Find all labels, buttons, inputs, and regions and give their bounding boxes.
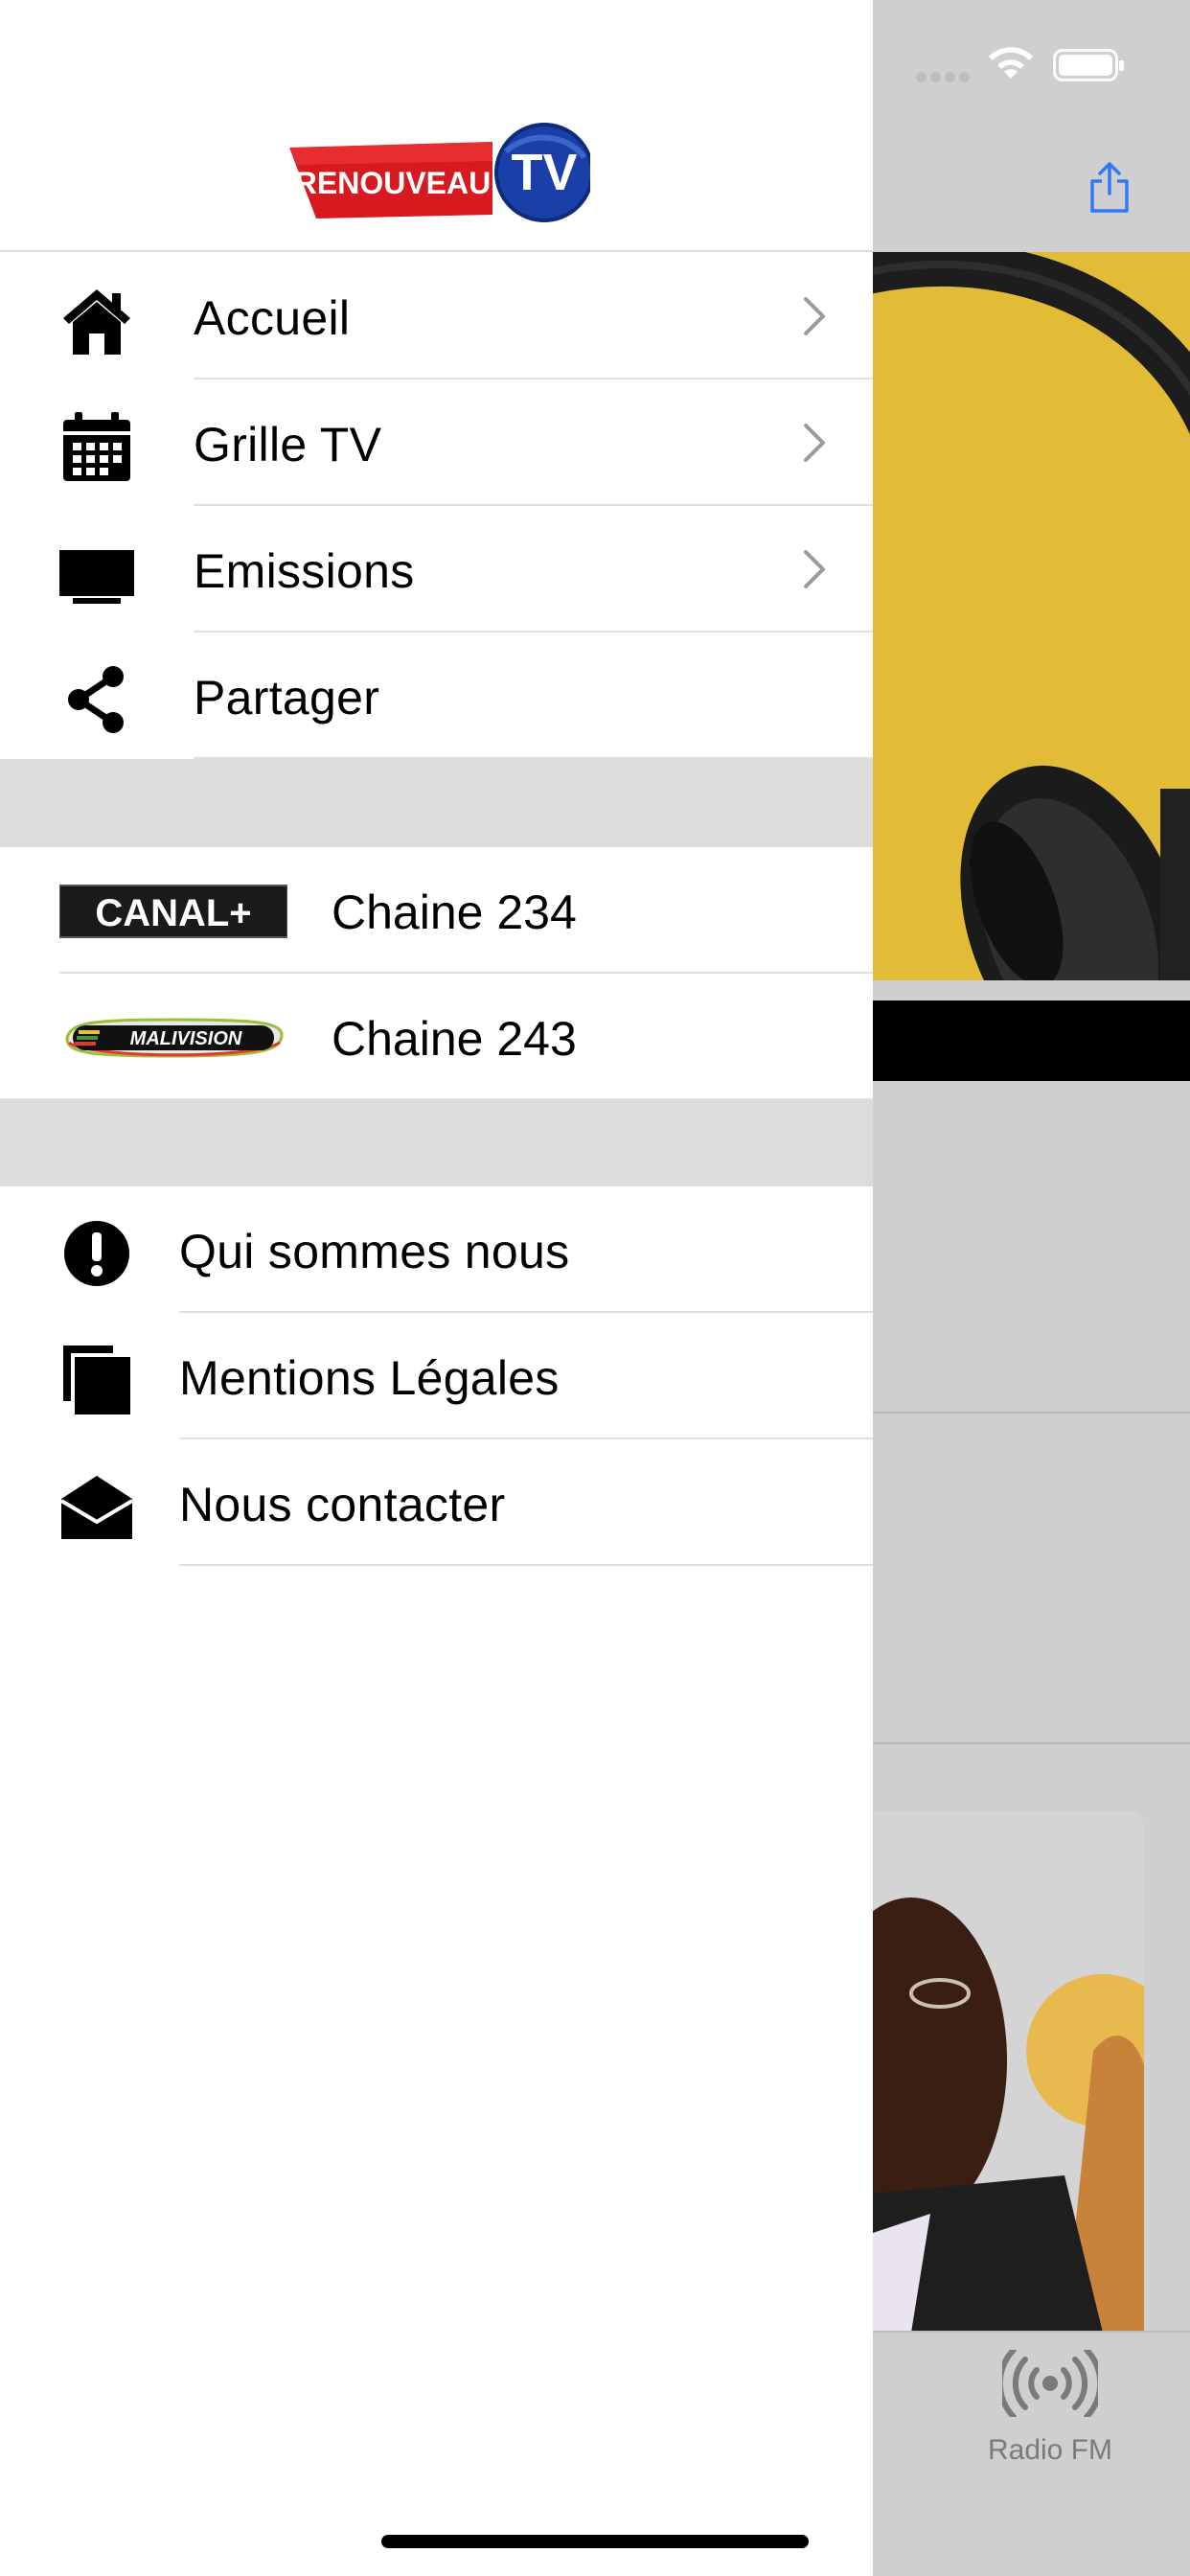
- calendar-icon: [63, 412, 130, 481]
- share-icon: [68, 666, 124, 733]
- menu-item-label: Accueil: [194, 291, 351, 345]
- broadcast-icon: [1002, 2350, 1098, 2417]
- chevron-right-icon: [804, 297, 825, 335]
- exclamation-circle-icon: [64, 1221, 129, 1286]
- share-nav-icon[interactable]: [1087, 161, 1132, 215]
- menu-item-label: Partager: [194, 671, 380, 724]
- player-bar: [873, 1000, 1190, 1081]
- tv-icon: [59, 550, 134, 604]
- tab-radio-fm-label: Radio FM: [987, 2434, 1113, 2466]
- svg-text:CANAL+: CANAL+: [95, 892, 251, 934]
- svg-text:RENOUVEAU: RENOUVEAU: [295, 166, 491, 200]
- chevron-right-icon: [804, 424, 825, 462]
- renouveau-tv-logo: RENOUVEAU TV: [289, 123, 590, 222]
- menu-item-accueil[interactable]: Accueil: [0, 253, 873, 380]
- menu-item-label: Qui sommes nous: [179, 1225, 570, 1278]
- home-icon: [63, 289, 130, 355]
- wifi-icon: [989, 47, 1033, 79]
- menu-item-emissions[interactable]: Emissions: [0, 506, 873, 632]
- presenter-photo[interactable]: [873, 1811, 1144, 2333]
- tab-radio-fm[interactable]: Radio FM: [978, 2350, 1122, 2484]
- menu-item-label: Grille TV: [194, 418, 382, 472]
- menu-item-label: Mentions Légales: [179, 1351, 560, 1405]
- channel-label: Chaine 234: [332, 886, 577, 939]
- drawer-header: RENOUVEAU TV: [0, 0, 873, 252]
- canal-plus-logo: CANAL+: [59, 885, 287, 938]
- menu-item-label: Emissions: [194, 544, 415, 598]
- menu-item-grille-tv[interactable]: Grille TV: [0, 380, 873, 506]
- channel-item-malivision[interactable]: MALIVISION Chaine 243: [0, 974, 873, 1100]
- menu-item-partager[interactable]: Partager: [0, 632, 873, 759]
- divider: [179, 1564, 873, 1566]
- divider: [873, 1412, 1190, 1414]
- cellular-signal-icon: [916, 70, 973, 83]
- home-indicator[interactable]: [381, 2535, 809, 2548]
- menu-item-mentions-legales[interactable]: Mentions Légales: [0, 1313, 873, 1439]
- battery-icon: [1053, 49, 1124, 81]
- svg-text:TV: TV: [511, 144, 577, 201]
- copy-icon: [63, 1346, 130, 1414]
- malivision-logo: MALIVISION: [65, 1018, 284, 1058]
- divider: [873, 1742, 1190, 1744]
- menu-item-qui-sommes-nous[interactable]: Qui sommes nous: [0, 1186, 873, 1313]
- envelope-open-icon: [59, 1476, 134, 1539]
- section-separator: [0, 759, 873, 847]
- menu-item-label: Nous contacter: [179, 1478, 506, 1531]
- channel-item-canal-plus[interactable]: CANAL+ Chaine 234: [0, 847, 873, 974]
- channel-label: Chaine 243: [332, 1012, 577, 1066]
- tab-bar: Radio FM: [873, 2331, 1190, 2576]
- status-bar: [873, 0, 1190, 125]
- section-separator: [0, 1098, 873, 1186]
- side-drawer: RENOUVEAU TV Accueil Grille TV Emissions…: [0, 0, 873, 2576]
- headphones-hero-image[interactable]: [873, 252, 1190, 980]
- svg-text:MALIVISION: MALIVISION: [130, 1028, 242, 1049]
- chevron-right-icon: [804, 550, 825, 588]
- menu-item-nous-contacter[interactable]: Nous contacter: [0, 1439, 873, 1566]
